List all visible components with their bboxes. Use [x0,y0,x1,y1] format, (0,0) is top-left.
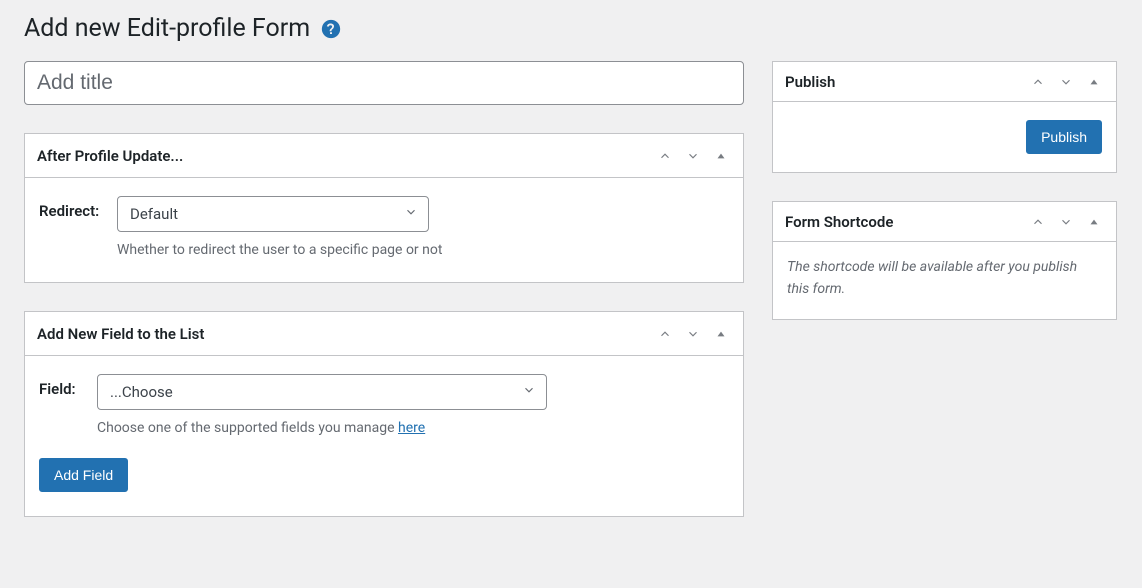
publish-button[interactable]: Publish [1026,120,1102,154]
field-label: Field: [39,374,87,398]
redirect-select[interactable]: Default [117,196,429,232]
field-select[interactable]: ...Choose [97,374,547,410]
move-down-icon[interactable] [683,146,703,166]
form-shortcode-box: Form Shortcode The shortcode will be ava… [772,201,1117,320]
redirect-hint: Whether to redirect the user to a specif… [117,242,729,258]
chevron-down-icon [522,383,536,401]
move-up-icon[interactable] [1028,212,1048,232]
redirect-select-value: Default [130,205,178,223]
page-title: Add new Edit-profile Form [24,14,310,43]
move-up-icon[interactable] [655,146,675,166]
field-select-value: ...Choose [110,383,173,401]
form-title-input[interactable] [24,61,744,105]
move-down-icon[interactable] [683,324,703,344]
add-field-button[interactable]: Add Field [39,458,128,492]
move-up-icon[interactable] [1028,72,1048,92]
toggle-panel-icon[interactable] [1084,72,1104,92]
redirect-label: Redirect: [39,196,107,220]
move-down-icon[interactable] [1056,212,1076,232]
after-profile-update-box: After Profile Update... Redirect: Defaul… [24,133,744,283]
toggle-panel-icon[interactable] [1084,212,1104,232]
chevron-down-icon [404,205,418,223]
shortcode-note: The shortcode will be available after yo… [787,256,1102,301]
publish-box: Publish Publish [772,61,1117,173]
toggle-panel-icon[interactable] [711,146,731,166]
move-down-icon[interactable] [1056,72,1076,92]
after-update-heading: After Profile Update... [37,147,183,165]
field-hint: Choose one of the supported fields you m… [97,420,729,436]
add-field-heading: Add New Field to the List [37,325,204,343]
manage-fields-link[interactable]: here [398,420,425,436]
form-shortcode-heading: Form Shortcode [785,213,893,231]
help-icon[interactable] [320,18,342,40]
toggle-panel-icon[interactable] [711,324,731,344]
add-new-field-box: Add New Field to the List Field: ...Choo… [24,311,744,517]
publish-heading: Publish [785,73,835,91]
move-up-icon[interactable] [655,324,675,344]
